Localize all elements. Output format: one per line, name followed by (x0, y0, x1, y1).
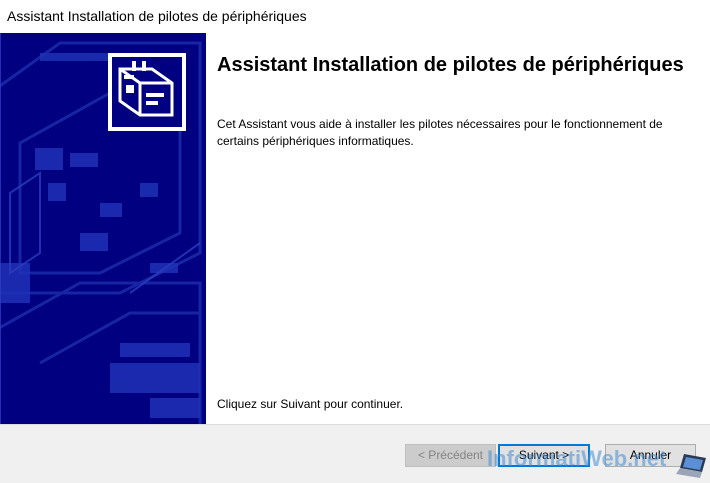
title-bar[interactable]: Assistant Installation de pilotes de pér… (0, 0, 710, 33)
wizard-window: Assistant Installation de pilotes de pér… (0, 0, 710, 483)
previous-button[interactable]: < Précédent (405, 444, 496, 467)
window-title: Assistant Installation de pilotes de pér… (7, 8, 307, 24)
wizard-content: Assistant Installation de pilotes de pér… (206, 33, 710, 424)
hardware-device-icon (108, 53, 186, 131)
wizard-description: Cet Assistant vous aide à installer les … (217, 117, 663, 148)
continue-instruction: Cliquez sur Suivant pour continuer. (217, 397, 404, 411)
wizard-heading: Assistant Installation de pilotes de pér… (217, 54, 684, 76)
laptop-icon (676, 454, 706, 478)
watermark-text: InformatiWeb.net (487, 446, 667, 471)
